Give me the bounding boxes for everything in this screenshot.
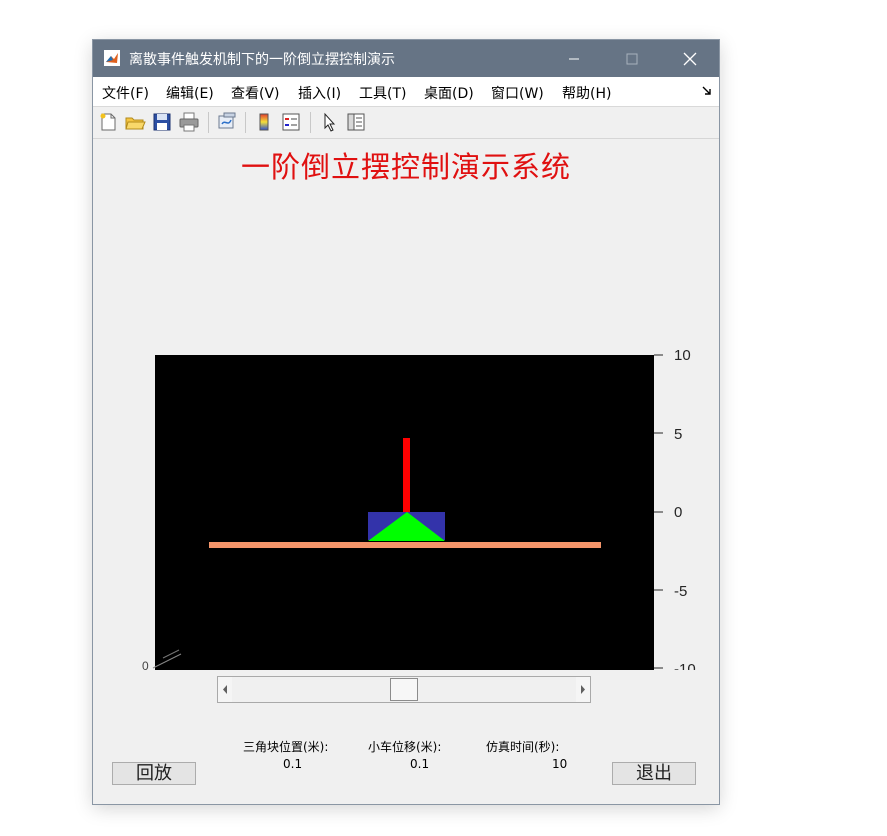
y-tick-label: -10 [674, 661, 696, 670]
dock-arrow-icon[interactable] [701, 85, 713, 97]
toolbar [93, 107, 719, 139]
position-slider[interactable] [217, 676, 591, 703]
close-button[interactable] [661, 40, 719, 77]
legend-icon[interactable] [280, 111, 302, 133]
menu-window[interactable]: 窗口(W) [491, 83, 544, 103]
chevron-left-icon [223, 685, 227, 694]
window-title: 离散事件触发机制下的一阶倒立摆控制演示 [129, 52, 395, 68]
exit-button[interactable]: 退出 [612, 762, 696, 785]
y-tick-label: 0 [674, 504, 682, 521]
save-icon[interactable] [151, 111, 173, 133]
link-plot-icon[interactable] [216, 111, 238, 133]
pendulum-rod [403, 438, 410, 512]
new-figure-icon[interactable] [97, 111, 119, 133]
cart-displacement-value: 0.1 [410, 757, 430, 771]
colorbar-icon[interactable] [253, 111, 275, 133]
menu-insert[interactable]: 插入(I) [298, 83, 341, 103]
slider-thumb[interactable] [390, 678, 418, 701]
menu-edit[interactable]: 编辑(E) [166, 83, 214, 103]
minimize-button[interactable] [545, 40, 603, 77]
maximize-icon [626, 53, 638, 65]
matlab-logo-icon [104, 50, 120, 66]
triangle-position-label: 三角块位置(米): [243, 740, 329, 754]
axes: 0 10 5 0 -5 -10 [142, 347, 696, 670]
open-file-icon[interactable] [124, 111, 146, 133]
y-tick-label: 10 [674, 347, 691, 364]
menu-help[interactable]: 帮助(H) [562, 83, 611, 103]
title-bar[interactable]: 离散事件触发机制下的一阶倒立摆控制演示 [93, 40, 719, 77]
menu-view[interactable]: 查看(V) [231, 83, 280, 103]
chevron-right-icon [581, 685, 585, 694]
track-beam [209, 542, 601, 548]
close-icon [683, 52, 697, 66]
toolbar-separator [310, 112, 311, 133]
figure-window: 离散事件触发机制下的一阶倒立摆控制演示 文件(F) 编辑(E) 查看(V) 插入… [93, 40, 719, 804]
slider-left-arrow[interactable] [218, 677, 232, 702]
toolbar-separator [208, 112, 209, 133]
cart-displacement-label: 小车位移(米): [368, 740, 442, 754]
menu-bar: 文件(F) 编辑(E) 查看(V) 插入(I) 工具(T) 桌面(D) 窗口(W… [93, 77, 719, 107]
y-tick-label: 5 [674, 426, 682, 443]
sim-time-label: 仿真时间(秒): [486, 740, 560, 754]
sim-time-value: 10 [552, 757, 568, 771]
print-icon[interactable] [178, 111, 200, 133]
slider-right-arrow[interactable] [576, 677, 590, 702]
menu-file[interactable]: 文件(F) [102, 83, 149, 103]
plot-area: 0 10 5 0 -5 -10 [93, 340, 719, 670]
maximize-button[interactable] [603, 40, 661, 77]
triangle-position-value: 0.1 [283, 757, 303, 771]
edit-plot-arrow-icon[interactable] [319, 111, 341, 133]
y-axis: 10 5 0 -5 -10 [654, 347, 696, 670]
y-tick-label: -5 [674, 583, 687, 600]
replay-button[interactable]: 回放 [112, 762, 196, 785]
menu-tools[interactable]: 工具(T) [359, 83, 406, 103]
toolbar-separator [245, 112, 246, 133]
demo-title: 一阶倒立摆控制演示系统 [240, 150, 571, 184]
menu-desktop[interactable]: 桌面(D) [424, 83, 474, 103]
minimize-icon [569, 58, 579, 60]
property-inspector-icon[interactable] [345, 111, 367, 133]
corner-tick-fragment: 0 [142, 659, 149, 670]
